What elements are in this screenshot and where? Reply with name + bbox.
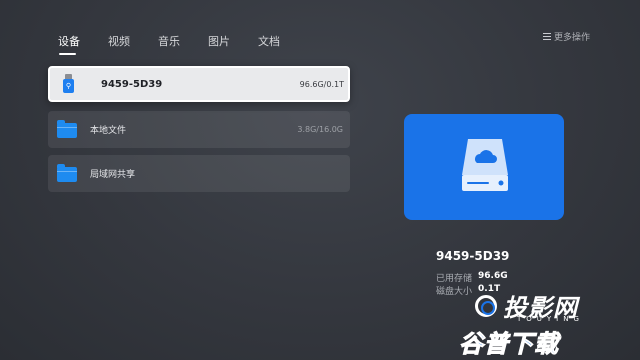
watermark-logo-icon (475, 294, 497, 317)
watermark-sub: 谷普下载 (459, 330, 559, 359)
tab-devices[interactable]: 设备 (58, 33, 80, 55)
device-item-lan-share[interactable]: 局域网共享 (48, 155, 350, 192)
device-size: 3.8G/16.0G (297, 125, 343, 134)
device-name: 本地文件 (90, 126, 127, 136)
used-storage-label: 已用存储 (436, 274, 473, 284)
category-tabs: 设备 视频 音乐 图片 文档 (58, 33, 308, 55)
tab-video[interactable]: 视频 (108, 33, 130, 55)
device-size: 96.6G/0.1T (299, 79, 344, 89)
tab-music[interactable]: 音乐 (158, 33, 180, 55)
watermark-logo: 投影网 TOUYING 谷普下载 (455, 288, 635, 359)
device-name: 9459-5D39 (101, 78, 163, 90)
more-actions-label: 更多操作 (554, 33, 591, 43)
used-storage-row: 已用存储 96.6G (436, 271, 508, 284)
usb-icon: ⚲ (59, 74, 79, 94)
watermark-url: TOUYING (517, 315, 584, 323)
device-item-local-files[interactable]: 本地文件 3.8G/16.0G (48, 111, 350, 148)
preview-device-name: 9459-5D39 (436, 249, 510, 263)
tab-documents[interactable]: 文档 (258, 33, 280, 55)
menu-icon (543, 33, 551, 40)
device-list: ⚲ 9459-5D39 96.6G/0.1T 本地文件 3.8G/16.0G 局… (48, 66, 350, 199)
folder-icon (57, 119, 77, 140)
device-name: 局域网共享 (90, 170, 136, 180)
more-actions-button[interactable]: 更多操作 (543, 30, 590, 43)
folder-icon (57, 163, 77, 184)
device-item-usb[interactable]: ⚲ 9459-5D39 96.6G/0.1T (48, 66, 350, 102)
cloud-disk-icon (462, 139, 508, 191)
tab-pictures[interactable]: 图片 (208, 33, 230, 55)
used-storage-value: 96.6G (478, 271, 508, 281)
